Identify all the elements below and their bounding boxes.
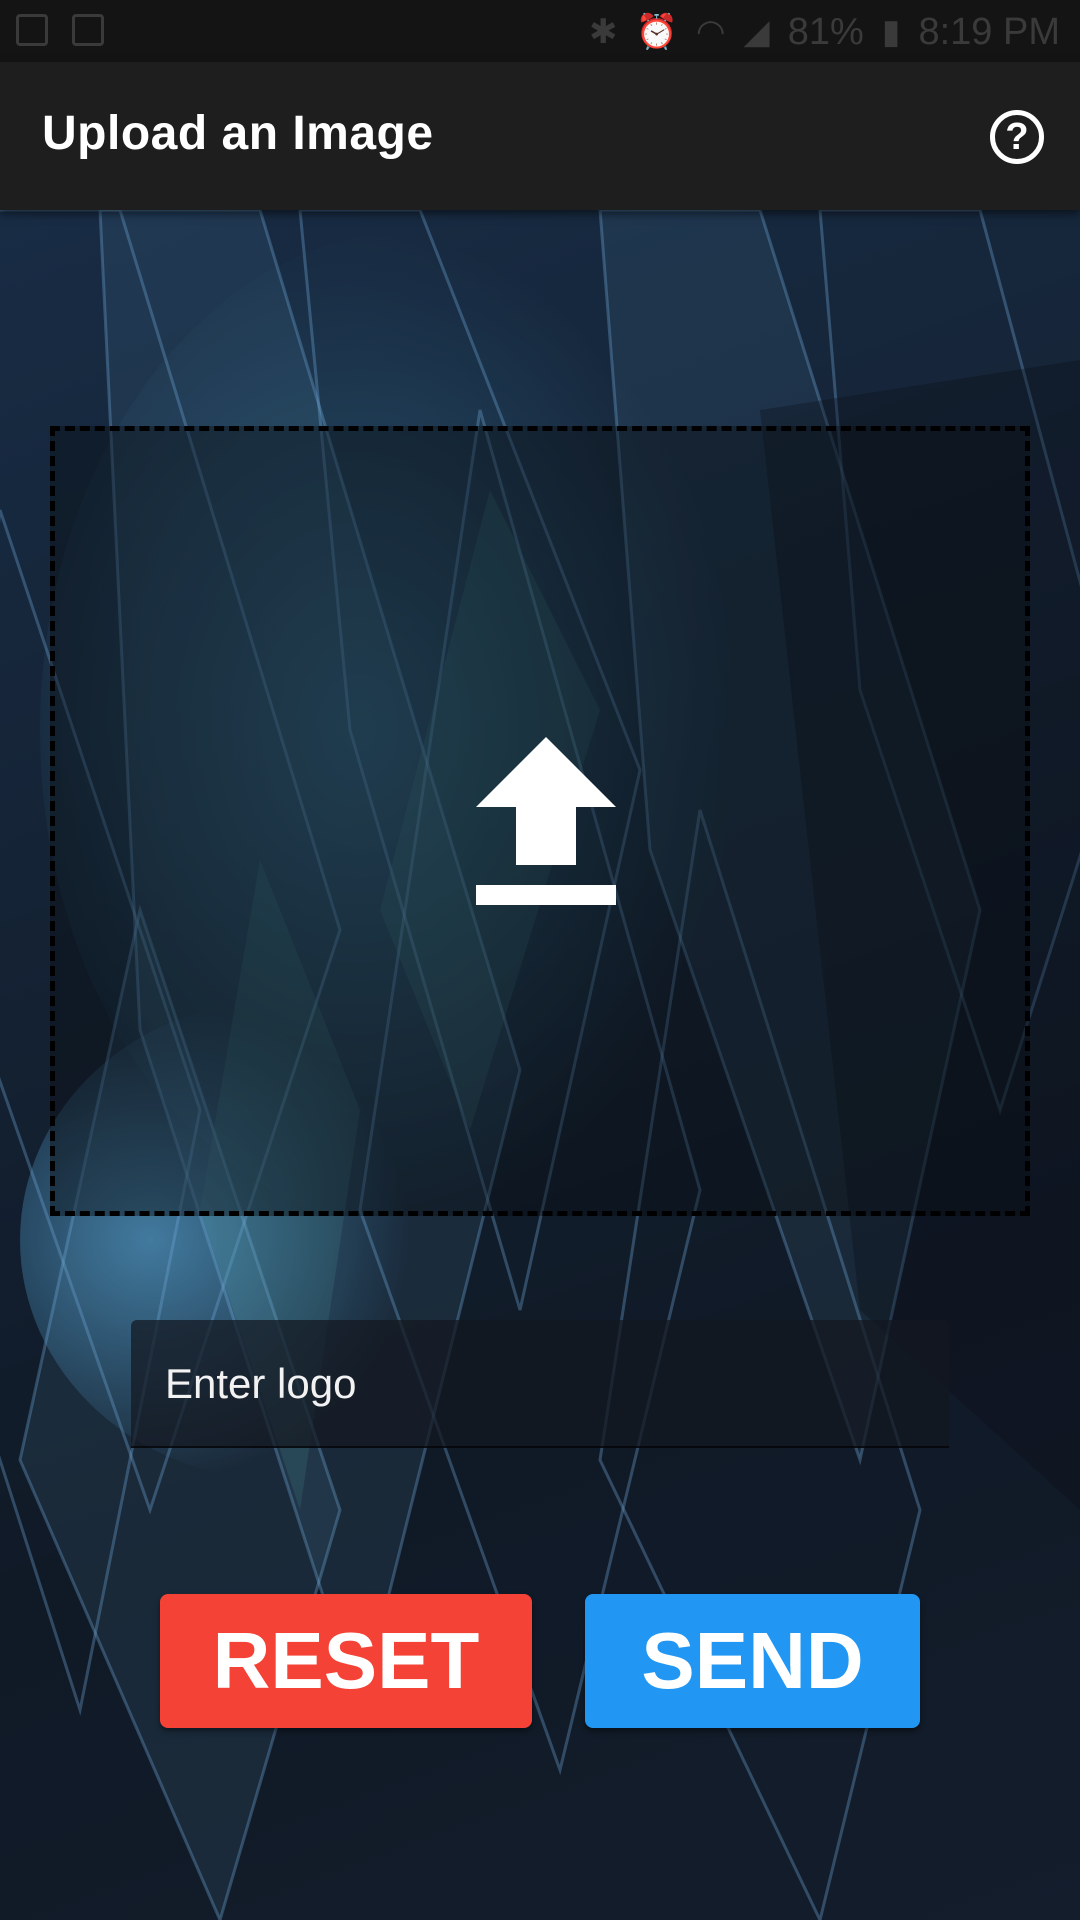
battery-percent: 81% — [787, 11, 864, 53]
page-title: Upload an Image — [42, 107, 434, 160]
help-icon[interactable]: ? — [990, 110, 1044, 164]
reset-button[interactable]: RESET — [160, 1594, 532, 1728]
status-bar: ✱ ⏰ ◠ ◢ 81% ▮ 8:19 PM — [0, 0, 1080, 62]
news-icon — [72, 14, 104, 46]
battery-icon: ▮ — [881, 13, 901, 51]
image-drop-zone[interactable] — [50, 426, 1030, 1216]
logo-input[interactable] — [163, 1320, 927, 1448]
app-bar: Upload an Image ? — [0, 62, 1080, 210]
screen: ✱ ⏰ ◠ ◢ 81% ▮ 8:19 PM Upload an Image ? — [0, 0, 1080, 1920]
bluetooth-icon: ✱ — [589, 13, 618, 51]
signal-icon: ◢ — [743, 13, 770, 51]
logo-field[interactable] — [131, 1320, 949, 1448]
send-button[interactable]: SEND — [585, 1594, 920, 1728]
upload-icon — [476, 737, 616, 905]
wifi-icon: ◠ — [695, 13, 726, 51]
alarm-icon: ⏰ — [635, 13, 678, 51]
status-time: 8:19 PM — [918, 11, 1060, 53]
image-icon — [16, 14, 48, 46]
